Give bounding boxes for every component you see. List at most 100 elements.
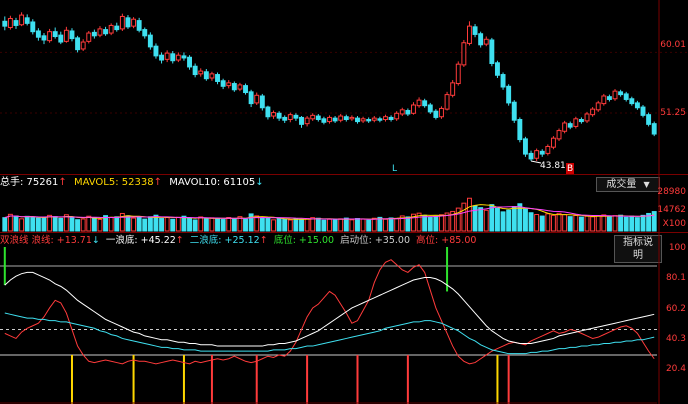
volume-bar bbox=[534, 213, 540, 232]
volume-bar bbox=[299, 219, 304, 232]
volume-bar bbox=[97, 218, 103, 232]
candle-body bbox=[366, 119, 372, 122]
candle-body bbox=[226, 82, 232, 87]
candle-body bbox=[52, 31, 58, 38]
volume-bar bbox=[355, 218, 360, 232]
volume-bar bbox=[24, 215, 30, 232]
candle-body bbox=[203, 71, 209, 80]
candle-body bbox=[562, 122, 568, 132]
wave-line bbox=[4, 259, 655, 365]
volume-bar bbox=[125, 215, 131, 232]
candle-body bbox=[259, 95, 265, 109]
candle-body bbox=[584, 113, 590, 122]
volume-bar bbox=[371, 217, 377, 232]
volume-bar bbox=[539, 215, 545, 232]
candle-body bbox=[634, 102, 640, 109]
candle-body bbox=[478, 33, 484, 46]
candle-body bbox=[108, 24, 114, 34]
candle-body bbox=[355, 117, 360, 123]
volume-axis-label-top: 28980 bbox=[657, 187, 686, 197]
candle-body bbox=[444, 94, 450, 110]
candle-body bbox=[640, 106, 646, 116]
candle-body bbox=[450, 82, 456, 96]
candle-body bbox=[472, 26, 478, 35]
volume-bar bbox=[293, 218, 299, 232]
volume-bar bbox=[528, 212, 534, 232]
candle-body bbox=[360, 118, 366, 122]
candle-body bbox=[483, 38, 489, 45]
volume-bar bbox=[651, 211, 657, 232]
volume-bar bbox=[422, 214, 428, 232]
candle-body bbox=[439, 107, 444, 118]
candle-body bbox=[24, 17, 30, 24]
candle-body bbox=[63, 29, 69, 42]
volume-bar bbox=[327, 218, 332, 232]
indicator-axis-label-80: 80.1 bbox=[665, 273, 686, 283]
volume-chart bbox=[2, 175, 660, 233]
volume-panel: 总手: 75261↑ MAVOL5: 52338↑ MAVOL10: 61105… bbox=[0, 174, 688, 233]
candle-body bbox=[198, 70, 204, 75]
candle-body bbox=[293, 114, 299, 119]
volume-bar bbox=[433, 215, 439, 232]
volume-bar bbox=[550, 214, 556, 232]
volume-bar bbox=[58, 217, 64, 232]
volume-bar bbox=[494, 207, 500, 232]
volume-bar bbox=[231, 218, 237, 232]
candle-body bbox=[131, 18, 137, 27]
candle-body bbox=[153, 45, 159, 57]
volume-bar bbox=[332, 219, 338, 232]
candle-body bbox=[175, 54, 181, 61]
candle-body bbox=[343, 116, 349, 121]
candle-body bbox=[506, 85, 512, 104]
volume-bar bbox=[612, 215, 618, 232]
candle-body bbox=[2, 20, 8, 27]
volume-bar bbox=[282, 218, 288, 232]
candle-body bbox=[427, 104, 433, 113]
indicator-axis-label-100: 100 bbox=[668, 243, 686, 253]
price-panel: 60.01 51.25 43.81 L B bbox=[0, 0, 688, 175]
candle-body bbox=[651, 123, 657, 135]
candle-body bbox=[58, 34, 64, 43]
candle-body bbox=[282, 116, 288, 121]
candle-body bbox=[629, 98, 635, 105]
volume-bar bbox=[220, 219, 226, 232]
volume-bar bbox=[567, 216, 573, 232]
volume-bar bbox=[41, 216, 47, 232]
candle-body bbox=[550, 137, 556, 148]
volume-bar bbox=[259, 217, 265, 232]
candle-body bbox=[91, 31, 97, 37]
volume-bar bbox=[315, 217, 321, 232]
candle-body bbox=[147, 34, 153, 48]
candle-body bbox=[612, 90, 618, 100]
volume-bar bbox=[606, 216, 612, 232]
volume-bar bbox=[86, 215, 92, 232]
volume-bar bbox=[511, 206, 517, 232]
volume-bar bbox=[13, 215, 19, 232]
volume-bar bbox=[478, 207, 484, 232]
price-axis-label-top: 60.01 bbox=[660, 40, 686, 50]
volume-bar bbox=[338, 218, 344, 232]
volume-bar bbox=[159, 218, 165, 232]
volume-bar bbox=[226, 217, 232, 232]
volume-bar bbox=[584, 215, 590, 232]
volume-bar bbox=[366, 219, 372, 232]
candle-body bbox=[411, 104, 416, 114]
candle-body bbox=[7, 18, 13, 29]
volume-bar bbox=[209, 217, 215, 232]
candle-body bbox=[433, 110, 439, 118]
volume-bar bbox=[439, 214, 444, 232]
candle-body bbox=[534, 150, 540, 159]
candle-body bbox=[500, 74, 506, 88]
candle-body bbox=[164, 52, 170, 60]
candle-body bbox=[248, 91, 254, 105]
candle-body bbox=[35, 30, 41, 38]
candle-body bbox=[114, 25, 120, 31]
candle-body bbox=[30, 21, 36, 33]
volume-bar bbox=[427, 216, 433, 232]
candle-body bbox=[231, 83, 237, 91]
volume-bar bbox=[640, 214, 646, 232]
candle-body bbox=[573, 118, 579, 127]
candle-body bbox=[181, 55, 187, 59]
candle-body bbox=[103, 29, 109, 35]
volume-bar bbox=[360, 218, 366, 232]
